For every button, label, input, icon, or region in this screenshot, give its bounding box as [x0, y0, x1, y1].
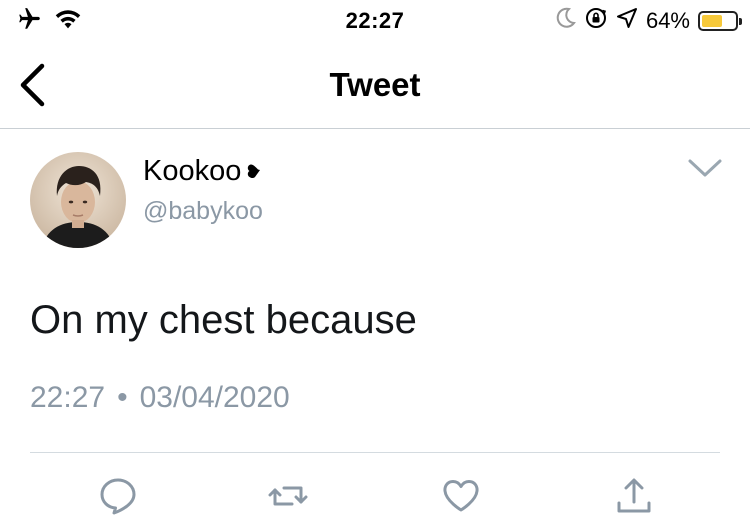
retweet-icon[interactable] — [266, 474, 310, 518]
battery-nub — [739, 17, 742, 25]
share-icon[interactable] — [612, 474, 656, 518]
reply-icon[interactable] — [96, 474, 140, 518]
divider — [30, 452, 720, 453]
meta-separator: • — [117, 381, 128, 414]
moon-icon — [556, 7, 576, 34]
author-name-text: Kookoo — [143, 155, 242, 187]
tweet-time: 22:27 — [30, 381, 106, 414]
battery-icon — [698, 10, 742, 31]
tweet-timestamp: 22:27 • 03/04/2020 — [30, 381, 290, 415]
tweet-date: 03/04/2020 — [139, 381, 290, 414]
author-name[interactable]: Kookoo — [143, 155, 265, 188]
avatar[interactable] — [30, 152, 126, 248]
heart-icon — [245, 155, 265, 188]
battery-percent: 64% — [645, 7, 690, 33]
like-icon[interactable] — [439, 474, 483, 518]
author-handle[interactable]: @babykoo — [143, 197, 263, 226]
tweet-text: On my chest because — [30, 298, 417, 342]
battery-fill — [702, 14, 722, 27]
orientation-lock-icon — [584, 6, 608, 35]
status-bar: 22:27 64% — [0, 0, 750, 42]
action-bar — [0, 474, 750, 524]
nav-bar: Tweet — [0, 42, 750, 129]
status-right: 64% — [556, 6, 742, 35]
location-arrow-icon — [616, 7, 638, 34]
chevron-down-icon[interactable] — [686, 155, 724, 181]
page-title: Tweet — [329, 66, 421, 103]
